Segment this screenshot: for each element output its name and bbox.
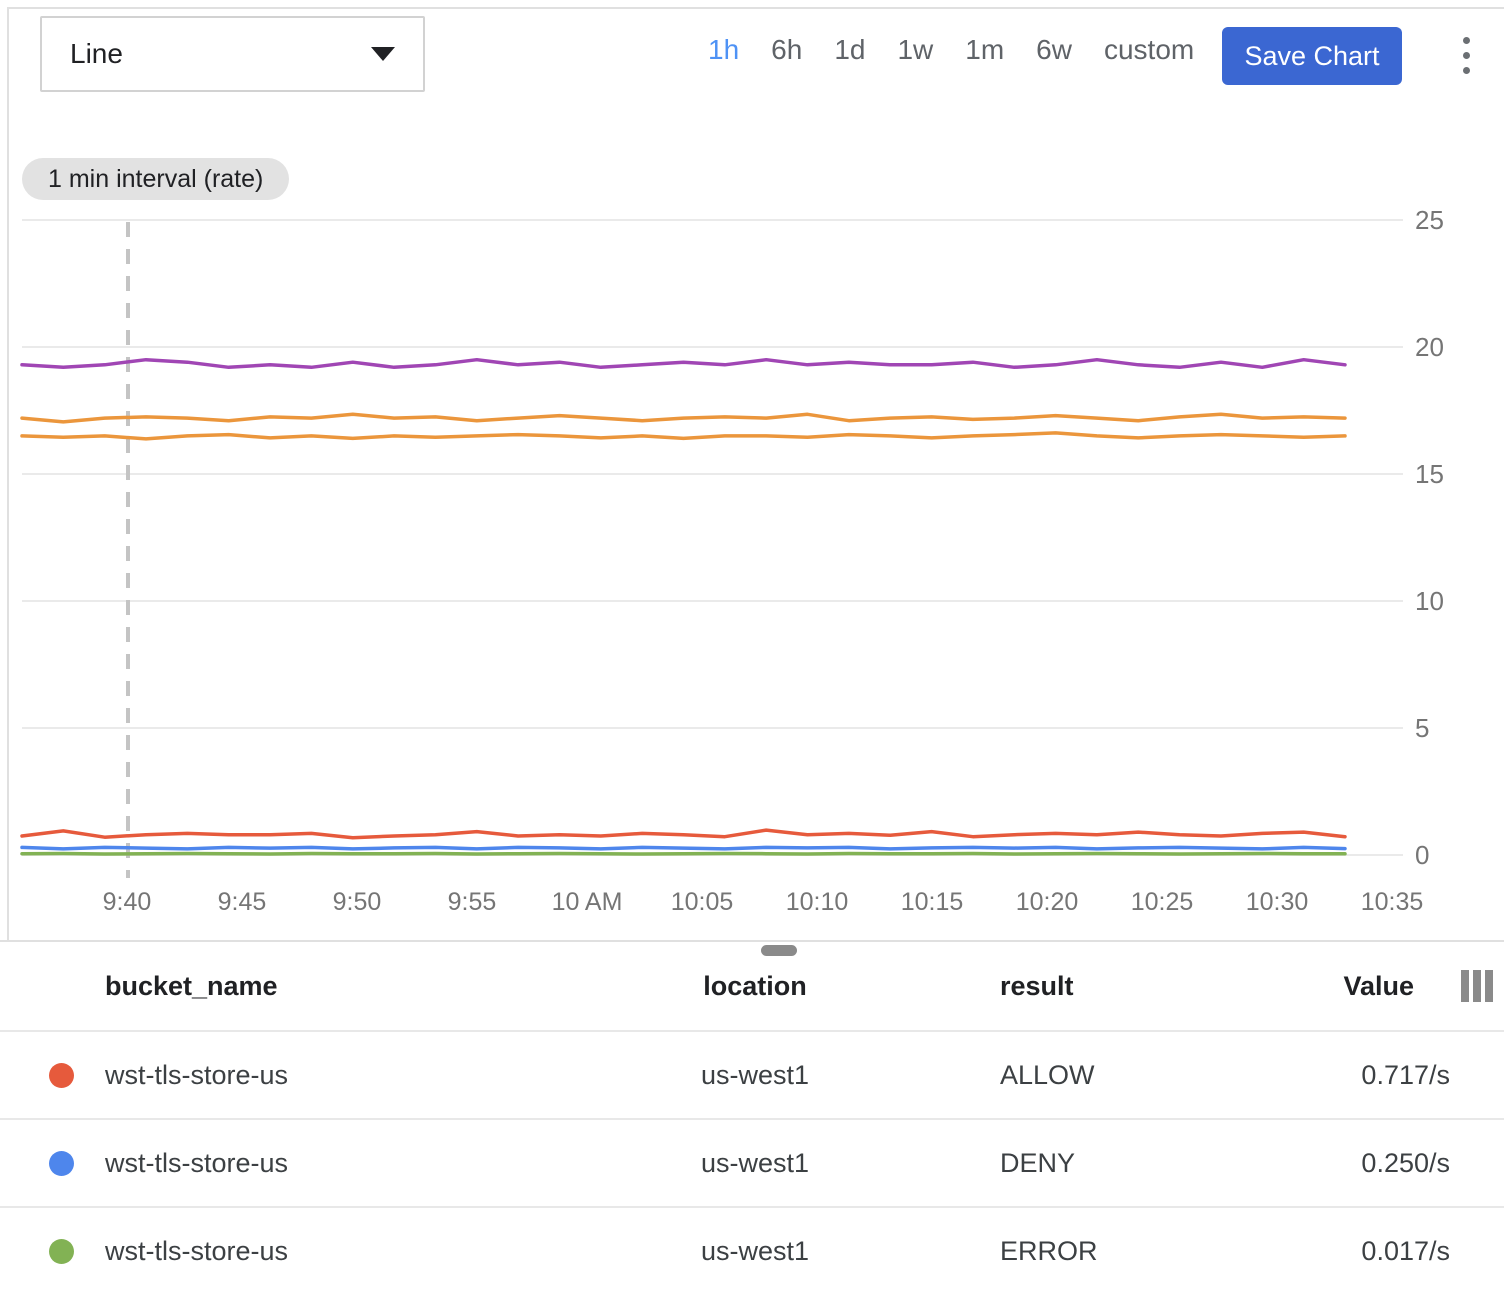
legend-table-header: bucket_name location result Value bbox=[0, 942, 1504, 1030]
cell-result: DENY bbox=[910, 1148, 1230, 1179]
svg-text:10:25: 10:25 bbox=[1131, 888, 1194, 916]
caret-down-icon bbox=[371, 47, 395, 61]
svg-text:10:15: 10:15 bbox=[901, 888, 964, 916]
svg-text:20: 20 bbox=[1415, 332, 1444, 362]
svg-text:0: 0 bbox=[1415, 840, 1429, 870]
time-range-custom[interactable]: custom bbox=[1104, 34, 1194, 66]
chart-type-value: Line bbox=[70, 38, 123, 70]
time-range-6w[interactable]: 6w bbox=[1036, 34, 1072, 66]
cell-value: 0.017/s bbox=[1230, 1236, 1450, 1267]
svg-text:10: 10 bbox=[1415, 586, 1444, 616]
series-color-dot bbox=[49, 1063, 74, 1088]
cell-value: 0.250/s bbox=[1230, 1148, 1450, 1179]
series-color-dot bbox=[49, 1151, 74, 1176]
cell-result: ERROR bbox=[910, 1236, 1230, 1267]
svg-text:9:55: 9:55 bbox=[448, 888, 497, 916]
timeseries-chart[interactable]: 0 5 10 15 20 25 9:40 9:45 9:50 9:55 10 AM 10:05 10:1… bbox=[0, 100, 1504, 940]
cell-value: 0.717/s bbox=[1230, 1060, 1450, 1091]
svg-text:5: 5 bbox=[1415, 713, 1429, 743]
svg-text:10:20: 10:20 bbox=[1016, 888, 1079, 916]
col-header-bucket-name[interactable]: bucket_name bbox=[105, 971, 600, 1002]
save-chart-button[interactable]: Save Chart bbox=[1222, 27, 1402, 85]
time-range-1w[interactable]: 1w bbox=[897, 34, 933, 66]
svg-text:9:40: 9:40 bbox=[103, 888, 152, 916]
chart-type-dropdown[interactable]: Line bbox=[40, 16, 425, 92]
time-range-1d[interactable]: 1d bbox=[834, 34, 865, 66]
col-header-value[interactable]: Value bbox=[1230, 971, 1450, 1002]
cell-location: us-west1 bbox=[600, 1236, 910, 1267]
cell-bucket-name: wst-tls-store-us bbox=[105, 1148, 600, 1179]
time-range-1h[interactable]: 1h bbox=[708, 34, 739, 66]
svg-text:15: 15 bbox=[1415, 459, 1444, 489]
more-options-kebab-icon[interactable] bbox=[1444, 26, 1488, 84]
cell-bucket-name: wst-tls-store-us bbox=[105, 1236, 600, 1267]
col-header-location[interactable]: location bbox=[600, 971, 910, 1002]
svg-text:10:30: 10:30 bbox=[1246, 888, 1309, 916]
interval-badge: 1 min interval (rate) bbox=[22, 158, 289, 200]
cell-location: us-west1 bbox=[600, 1060, 910, 1091]
cell-location: us-west1 bbox=[600, 1148, 910, 1179]
legend-table-row[interactable]: wst-tls-store-usus-west1ALLOW0.717/s bbox=[0, 1030, 1504, 1118]
svg-text:25: 25 bbox=[1415, 205, 1444, 235]
svg-text:10 AM: 10 AM bbox=[552, 888, 623, 916]
legend-table: bucket_name location result Value wst-tl… bbox=[0, 942, 1504, 1294]
legend-table-row[interactable]: wst-tls-store-usus-west1DENY0.250/s bbox=[0, 1118, 1504, 1206]
cell-bucket-name: wst-tls-store-us bbox=[105, 1060, 600, 1091]
legend-table-row[interactable]: wst-tls-store-usus-west1ERROR0.017/s bbox=[0, 1206, 1504, 1294]
col-header-result[interactable]: result bbox=[910, 971, 1230, 1002]
svg-text:9:45: 9:45 bbox=[218, 888, 267, 916]
series-color-dot bbox=[49, 1239, 74, 1264]
time-range-selector: 1h 6h 1d 1w 1m 6w custom bbox=[708, 0, 1194, 100]
chart-toolbar: Line 1h 6h 1d 1w 1m 6w custom Save Chart bbox=[0, 0, 1504, 102]
svg-text:9:50: 9:50 bbox=[333, 888, 382, 916]
time-range-1m[interactable]: 1m bbox=[965, 34, 1004, 66]
svg-text:10:10: 10:10 bbox=[786, 888, 849, 916]
svg-text:10:35: 10:35 bbox=[1361, 888, 1424, 916]
column-settings-icon[interactable] bbox=[1450, 970, 1504, 1002]
timeseries-chart-area: 0 5 10 15 20 25 9:40 9:45 9:50 9:55 10 AM 10:05 10:1… bbox=[0, 100, 1504, 940]
time-range-6h[interactable]: 6h bbox=[771, 34, 802, 66]
svg-text:10:05: 10:05 bbox=[671, 888, 734, 916]
cell-result: ALLOW bbox=[910, 1060, 1230, 1091]
